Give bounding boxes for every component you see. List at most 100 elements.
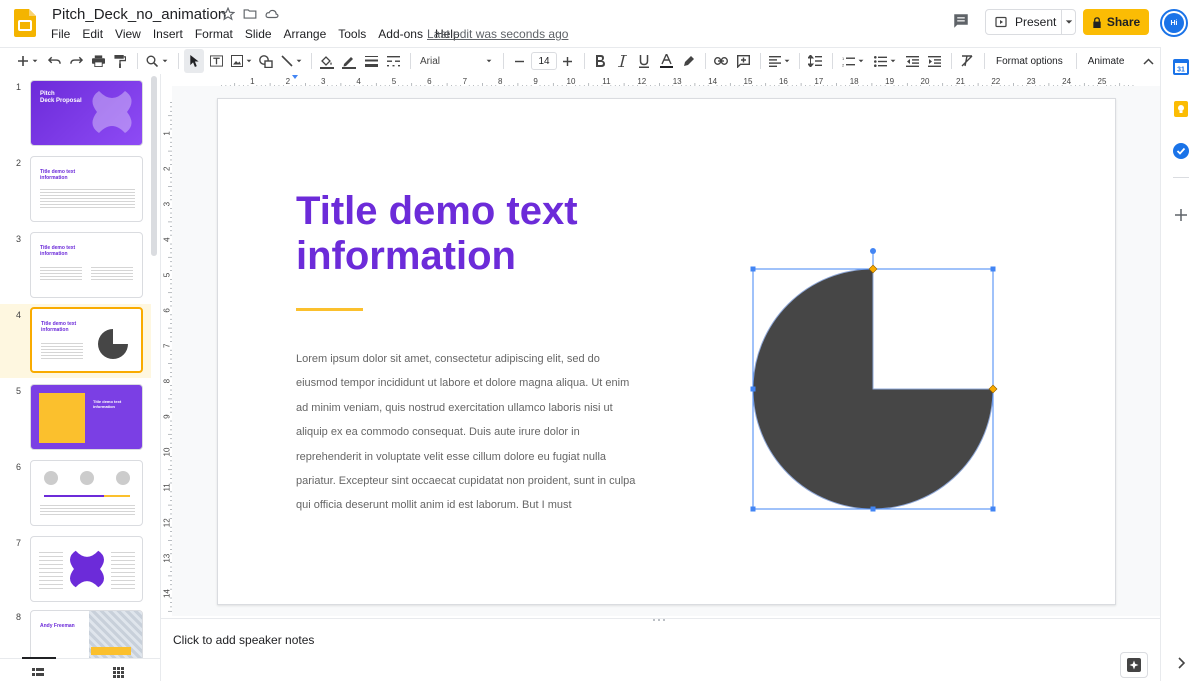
align-button[interactable] <box>766 49 792 73</box>
fill-color-button[interactable] <box>317 49 337 73</box>
slide-editor[interactable]: Title demo text information Lorem ipsum … <box>217 98 1116 605</box>
pie-shape-fill[interactable] <box>752 268 994 510</box>
slide-thumbnail: Title demo text information <box>30 156 143 222</box>
menu-format[interactable]: Format <box>195 27 233 41</box>
rotate-handle[interactable] <box>870 248 876 254</box>
border-weight-button[interactable] <box>361 49 381 73</box>
cloud-saved-icon[interactable] <box>264 6 280 22</box>
menu-edit[interactable]: Edit <box>82 27 103 41</box>
new-slide-button[interactable] <box>14 49 42 73</box>
select-tool-button[interactable] <box>184 49 204 73</box>
menu-tools[interactable]: Tools <box>338 27 366 41</box>
filmstrip-scrollbar[interactable] <box>151 76 157 256</box>
italic-button[interactable] <box>612 49 632 73</box>
ruler-tick-label: 2 <box>163 166 172 171</box>
filmstrip-slide[interactable]: 8 Andy Freeman <box>0 608 150 658</box>
font-size-input[interactable]: 14 <box>531 52 557 70</box>
toolbar: Arial 14 1 2 Format options Animate <box>0 47 1160 74</box>
present-main-button[interactable]: Present <box>986 10 1062 34</box>
ruler-tick-label: 21 <box>956 77 965 86</box>
decrease-indent-button[interactable] <box>902 49 922 73</box>
animate-button[interactable]: Animate <box>1082 49 1131 73</box>
keep-icon[interactable] <box>1173 101 1189 117</box>
line-spacing-icon <box>808 55 822 67</box>
filmstrip-slide-active[interactable]: 4 Title demo text information <box>0 304 151 378</box>
cursor-icon <box>190 55 199 67</box>
get-addons-plus-icon[interactable] <box>1173 207 1189 223</box>
menu-slide[interactable]: Slide <box>245 27 272 41</box>
border-dash-button[interactable] <box>383 49 403 73</box>
increase-font-size-button[interactable] <box>557 49 577 73</box>
grid-view-button[interactable] <box>113 665 124 681</box>
expand-panel-chevron-icon[interactable] <box>1173 655 1189 671</box>
menu-view[interactable]: View <box>115 27 141 41</box>
tasks-icon[interactable] <box>1173 143 1189 159</box>
filmstrip-slide[interactable]: 5 Title demo text information <box>0 382 150 456</box>
text-box-button[interactable] <box>206 49 226 73</box>
resize-handle-nw[interactable] <box>750 266 756 272</box>
text-color-button[interactable] <box>656 49 676 73</box>
move-folder-icon[interactable] <box>242 6 258 22</box>
bold-button[interactable] <box>590 49 610 73</box>
title-accent-bar[interactable] <box>296 308 363 311</box>
menu-addons[interactable]: Add-ons <box>378 27 423 41</box>
resize-handle-se[interactable] <box>990 506 996 512</box>
vertical-ruler[interactable]: 1 2 3 4 5 6 7 8 9 10 11 12 13 14 <box>161 86 172 616</box>
resize-handle-s[interactable] <box>870 506 876 512</box>
increase-indent-button[interactable] <box>924 49 944 73</box>
filmstrip-slide[interactable]: 6 <box>0 458 150 532</box>
resize-handle-ne[interactable] <box>990 266 996 272</box>
slide-title-text[interactable]: Title demo text information <box>296 189 676 279</box>
line-button[interactable] <box>278 49 304 73</box>
plus-icon <box>562 56 572 66</box>
filmstrip-view-button[interactable] <box>32 665 44 681</box>
account-avatar[interactable]: Hi <box>1160 9 1188 37</box>
speaker-notes-placeholder[interactable]: Click to add speaker notes <box>173 633 314 647</box>
decrease-font-size-button[interactable] <box>509 49 529 73</box>
calendar-icon[interactable]: 31 <box>1173 59 1189 75</box>
slide-number: 1 <box>16 82 22 92</box>
shape-button[interactable] <box>256 49 276 73</box>
filmstrip-slide[interactable]: 7 <box>0 534 150 608</box>
resize-handle-sw[interactable] <box>750 506 756 512</box>
share-button[interactable]: Share <box>1083 9 1149 35</box>
menu-insert[interactable]: Insert <box>153 27 183 41</box>
speaker-notes[interactable]: Click to add speaker notes <box>161 618 1160 681</box>
format-options-button[interactable]: Format options <box>990 49 1069 73</box>
comment-history-icon[interactable] <box>952 12 972 32</box>
slide-body-text[interactable]: Lorem ipsum dolor sit amet, consectetur … <box>296 347 641 518</box>
add-comment-button[interactable] <box>733 49 753 73</box>
star-icon[interactable] <box>220 6 236 22</box>
horizontal-ruler[interactable]: 1 2 3 4 5 6 7 8 9 10 11 12 13 14 15 16 17 18 19 20 21 22 23 24 2… <box>172 74 1160 87</box>
present-options-dropdown[interactable] <box>1062 18 1075 26</box>
underline-button[interactable] <box>634 49 654 73</box>
redo-button[interactable] <box>66 49 86 73</box>
collapse-toolbar-button[interactable] <box>1138 49 1158 73</box>
insert-image-button[interactable] <box>228 49 254 73</box>
slides-logo-icon[interactable] <box>14 9 36 37</box>
slide-number: 2 <box>16 158 22 168</box>
line-spacing-button[interactable] <box>805 49 825 73</box>
pie-shape[interactable] <box>743 244 1003 524</box>
print-button[interactable] <box>88 49 108 73</box>
filmstrip-slide[interactable]: 1 Pitch Deck Proposal <box>0 78 150 152</box>
resize-handle-w[interactable] <box>750 386 756 392</box>
zoom-button[interactable] <box>143 49 171 73</box>
numbered-list-button[interactable]: 12 <box>838 49 868 73</box>
menu-arrange[interactable]: Arrange <box>284 27 327 41</box>
menu-file[interactable]: File <box>51 27 70 41</box>
filmstrip-slide[interactable]: 2 Title demo text information <box>0 154 150 228</box>
paint-format-button[interactable] <box>110 49 130 73</box>
filmstrip-slide[interactable]: 3 Title demo text information <box>0 230 150 304</box>
document-title[interactable]: Pitch_Deck_no_animation <box>52 6 226 23</box>
highlight-color-button[interactable] <box>678 49 698 73</box>
border-color-button[interactable] <box>339 49 359 73</box>
clear-formatting-button[interactable] <box>957 49 977 73</box>
insert-link-button[interactable] <box>711 49 731 73</box>
undo-button[interactable] <box>44 49 64 73</box>
vertical-ruler-graphic: 1234567891011121314 <box>163 102 172 612</box>
explore-button[interactable] <box>1120 652 1148 678</box>
font-family-select[interactable]: Arial <box>416 49 496 73</box>
bulleted-list-button[interactable] <box>870 49 900 73</box>
last-edit-link[interactable]: Last edit was seconds ago <box>427 27 568 41</box>
